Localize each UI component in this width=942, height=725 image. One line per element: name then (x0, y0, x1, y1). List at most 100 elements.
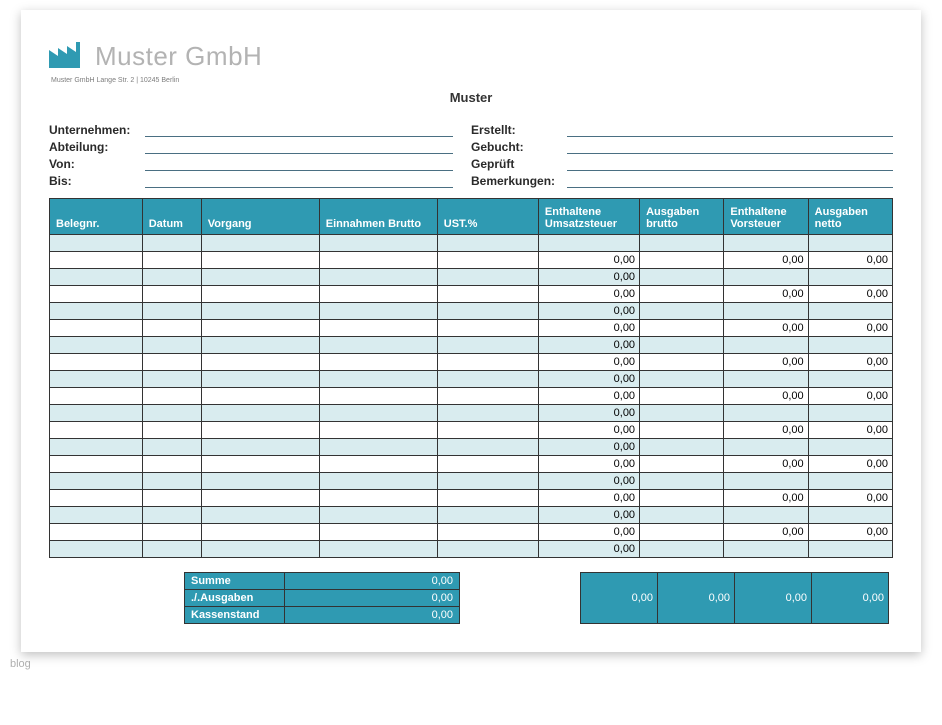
table-cell[interactable]: 0,00 (724, 524, 808, 541)
table-cell[interactable]: 0,00 (538, 303, 639, 320)
table-cell[interactable] (201, 405, 319, 422)
table-cell[interactable] (50, 235, 143, 252)
table-cell[interactable] (319, 269, 437, 286)
table-cell[interactable] (201, 235, 319, 252)
table-cell[interactable] (142, 456, 201, 473)
table-cell[interactable] (808, 541, 892, 558)
table-cell[interactable] (808, 303, 892, 320)
table-cell[interactable]: 0,00 (724, 388, 808, 405)
table-cell[interactable] (201, 371, 319, 388)
table-cell[interactable] (142, 286, 201, 303)
table-cell[interactable]: 0,00 (538, 507, 639, 524)
table-cell[interactable] (201, 439, 319, 456)
table-cell[interactable]: 0,00 (808, 456, 892, 473)
meta-input-line[interactable] (567, 140, 893, 154)
table-cell[interactable] (142, 354, 201, 371)
table-cell[interactable] (50, 405, 143, 422)
table-cell[interactable] (640, 439, 724, 456)
table-cell[interactable] (538, 235, 639, 252)
table-cell[interactable]: 0,00 (538, 456, 639, 473)
table-cell[interactable] (808, 337, 892, 354)
table-cell[interactable] (319, 320, 437, 337)
table-cell[interactable] (437, 354, 538, 371)
table-cell[interactable] (201, 354, 319, 371)
table-cell[interactable]: 0,00 (724, 456, 808, 473)
table-cell[interactable] (50, 388, 143, 405)
table-cell[interactable] (724, 507, 808, 524)
table-cell[interactable] (437, 235, 538, 252)
table-cell[interactable] (142, 439, 201, 456)
meta-input-line[interactable] (145, 140, 453, 154)
table-cell[interactable] (50, 473, 143, 490)
table-cell[interactable] (724, 303, 808, 320)
table-cell[interactable] (50, 337, 143, 354)
table-cell[interactable]: 0,00 (808, 286, 892, 303)
table-cell[interactable] (640, 524, 724, 541)
table-cell[interactable] (808, 405, 892, 422)
table-cell[interactable] (437, 490, 538, 507)
table-cell[interactable] (437, 303, 538, 320)
table-cell[interactable] (724, 371, 808, 388)
table-cell[interactable]: 0,00 (538, 524, 639, 541)
table-cell[interactable] (640, 371, 724, 388)
table-cell[interactable] (319, 507, 437, 524)
table-cell[interactable]: 0,00 (538, 252, 639, 269)
table-cell[interactable] (142, 490, 201, 507)
table-cell[interactable]: 0,00 (538, 439, 639, 456)
table-cell[interactable] (437, 524, 538, 541)
table-cell[interactable] (201, 524, 319, 541)
table-cell[interactable] (142, 473, 201, 490)
table-cell[interactable] (142, 405, 201, 422)
table-cell[interactable] (640, 337, 724, 354)
table-cell[interactable] (319, 303, 437, 320)
table-cell[interactable] (201, 473, 319, 490)
table-cell[interactable] (437, 286, 538, 303)
table-cell[interactable] (201, 286, 319, 303)
table-cell[interactable] (437, 337, 538, 354)
table-cell[interactable] (142, 320, 201, 337)
table-cell[interactable] (319, 439, 437, 456)
table-cell[interactable]: 0,00 (808, 490, 892, 507)
table-cell[interactable]: 0,00 (538, 422, 639, 439)
table-cell[interactable] (319, 541, 437, 558)
table-cell[interactable]: 0,00 (538, 541, 639, 558)
table-cell[interactable] (142, 337, 201, 354)
table-cell[interactable] (201, 507, 319, 524)
table-cell[interactable] (142, 235, 201, 252)
table-cell[interactable] (437, 388, 538, 405)
table-cell[interactable] (201, 269, 319, 286)
table-cell[interactable] (201, 388, 319, 405)
table-cell[interactable] (724, 269, 808, 286)
table-cell[interactable] (142, 507, 201, 524)
table-cell[interactable] (640, 507, 724, 524)
table-cell[interactable]: 0,00 (808, 354, 892, 371)
table-cell[interactable]: 0,00 (808, 252, 892, 269)
meta-input-line[interactable] (145, 123, 453, 137)
table-cell[interactable] (201, 456, 319, 473)
table-cell[interactable] (50, 286, 143, 303)
table-cell[interactable] (50, 252, 143, 269)
table-cell[interactable]: 0,00 (808, 524, 892, 541)
table-cell[interactable] (50, 524, 143, 541)
table-cell[interactable] (50, 507, 143, 524)
table-cell[interactable] (142, 541, 201, 558)
table-cell[interactable]: 0,00 (538, 490, 639, 507)
table-cell[interactable] (808, 235, 892, 252)
table-cell[interactable] (50, 456, 143, 473)
table-cell[interactable] (319, 337, 437, 354)
meta-input-line[interactable] (567, 174, 893, 188)
table-cell[interactable]: 0,00 (538, 354, 639, 371)
table-cell[interactable] (50, 439, 143, 456)
table-cell[interactable] (808, 473, 892, 490)
table-cell[interactable] (142, 252, 201, 269)
table-cell[interactable]: 0,00 (538, 286, 639, 303)
table-cell[interactable] (142, 524, 201, 541)
table-cell[interactable] (437, 507, 538, 524)
table-cell[interactable] (640, 388, 724, 405)
table-cell[interactable]: 0,00 (724, 354, 808, 371)
table-cell[interactable] (724, 405, 808, 422)
table-cell[interactable] (437, 320, 538, 337)
table-cell[interactable] (640, 473, 724, 490)
table-cell[interactable] (437, 541, 538, 558)
table-cell[interactable]: 0,00 (538, 473, 639, 490)
